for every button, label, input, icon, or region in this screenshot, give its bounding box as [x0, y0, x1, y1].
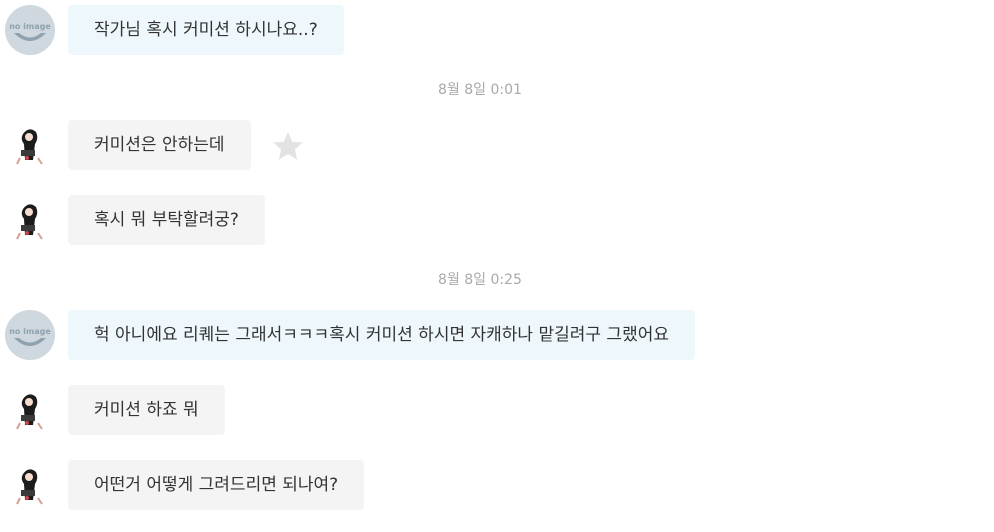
no-image-label: no image [9, 22, 51, 31]
timestamp-divider: 8월 8일 0:01 [438, 82, 522, 98]
message-bubble-user: 헉 아니에요 리퀘는 그래서ㅋㅋㅋ혹시 커미션 하시면 자캐하나 맡길려구 그랬… [68, 310, 695, 360]
avatar-artist[interactable] [5, 195, 55, 245]
message-row: 커미션 하죠 뭐 [0, 385, 994, 435]
message-row: no image 작가님 혹시 커미션 하시나요..? [0, 5, 994, 55]
timestamp-divider: 8월 8일 0:25 [438, 272, 522, 288]
message-row: 커미션은 안하는데 [0, 120, 994, 170]
avatar-artist[interactable] [5, 460, 55, 510]
no-image-icon: no image [5, 310, 55, 360]
message-row: 혹시 뭐 부탁할려궁? [0, 195, 994, 245]
artist-avatar-icon [5, 385, 55, 435]
artist-avatar-icon [5, 460, 55, 510]
message-bubble-artist: 혹시 뭐 부탁할려궁? [68, 195, 265, 245]
artist-avatar-icon [5, 195, 55, 245]
avatar-no-image[interactable]: no image [5, 310, 55, 360]
message-bubble-artist: 어떤거 어떻게 그려드리면 되나여? [68, 460, 365, 510]
message-row: 어떤거 어떻게 그려드리면 되나여? [0, 460, 994, 510]
avatar-artist[interactable] [5, 385, 55, 435]
no-image-icon: no image [5, 5, 55, 55]
star-icon[interactable] [270, 129, 306, 163]
message-bubble-artist: 커미션 하죠 뭐 [68, 385, 225, 435]
avatar-artist[interactable] [5, 120, 55, 170]
avatar-no-image[interactable]: no image [5, 5, 55, 55]
message-bubble-user: 작가님 혹시 커미션 하시나요..? [68, 5, 344, 55]
message-bubble-artist: 커미션은 안하는데 [68, 120, 251, 170]
message-row: no image 헉 아니에요 리퀘는 그래서ㅋㅋㅋ혹시 커미션 하시면 자캐하… [0, 310, 994, 360]
artist-avatar-icon [5, 120, 55, 170]
no-image-label: no image [9, 327, 51, 336]
